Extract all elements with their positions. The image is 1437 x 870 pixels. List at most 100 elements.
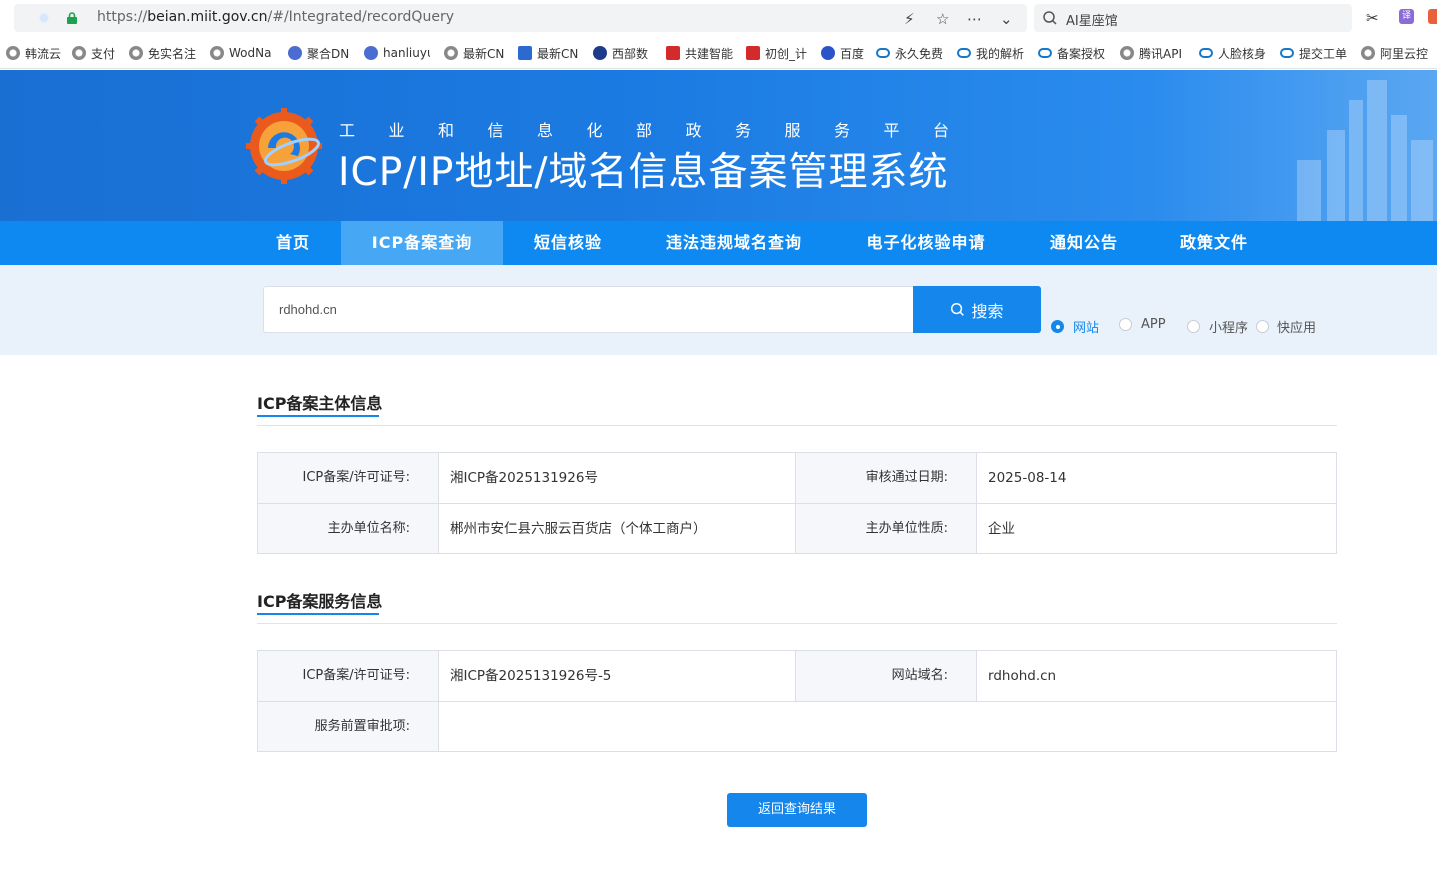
bookmark-item[interactable]: 免实名注 [129, 45, 199, 61]
bookmark-item[interactable]: 百度 [821, 45, 867, 61]
bookmark-item[interactable]: 西部数 [593, 45, 653, 61]
bookmark-label: 百度 [840, 46, 865, 61]
radio-circle [1256, 320, 1269, 333]
service-license-value: 湘ICP备2025131926号-5 [439, 651, 796, 701]
nav-e-verify-apply[interactable]: 电子化核验申请 [842, 221, 1010, 265]
browser-search-box[interactable]: AI星座馆 [1034, 4, 1352, 32]
browser-address-row: https://beian.miit.gov.cn/#/Integrated/r… [0, 0, 1437, 36]
bookmark-item[interactable]: 共建智能 [666, 45, 734, 61]
subject-info-title: ICP备案主体信息 [257, 394, 383, 413]
radio-quick-app[interactable]: 快应用 [1256, 317, 1316, 336]
globe-icon [1361, 46, 1375, 60]
radio-circle [1187, 320, 1200, 333]
bookmark-label: 阿里云控 [1380, 46, 1429, 61]
extension-icon[interactable] [1428, 9, 1437, 24]
globe-icon [129, 46, 143, 60]
bookmark-label: 初创_计 [765, 46, 808, 61]
bookmark-item[interactable]: 最新CN [444, 45, 506, 61]
radio-circle [1119, 318, 1132, 331]
square-blue-icon [518, 46, 532, 60]
search-button-label: 搜索 [971, 301, 1004, 321]
miit-logo-icon [246, 108, 322, 184]
site-info-icon[interactable] [38, 12, 50, 24]
bookmark-item[interactable]: 初创_计 [746, 45, 808, 61]
lightning-icon[interactable]: ⚡ [904, 10, 915, 28]
org-type-value: 企业 [988, 521, 1015, 537]
nav-illegal-domain-query[interactable]: 违法违规域名查询 [642, 221, 826, 265]
main-nav: 首页 ICP备案查询 短信核验 违法违规域名查询 电子化核验申请 通知公告 政策… [0, 221, 1437, 265]
cloud-icon [957, 48, 971, 58]
bookmark-label: hanliuyu [383, 46, 430, 60]
bookmark-item[interactable]: 聚合DN [288, 45, 352, 61]
url-path: /#/Integrated/recordQuery [267, 9, 454, 25]
nav-sms-verify[interactable]: 短信核验 [510, 221, 626, 265]
query-input[interactable]: rdhohd.cn [263, 286, 915, 333]
bookmark-label: WodNa [229, 46, 272, 60]
domain-value: rdhohd.cn [988, 668, 1057, 684]
bookmark-item[interactable]: WodNa [210, 45, 274, 61]
dns-icon [288, 46, 302, 60]
section-underline [257, 613, 379, 615]
bookmark-label: 我的解析 [976, 46, 1025, 61]
search-button[interactable]: 搜索 [913, 286, 1041, 333]
url-host: beian.miit.gov.cn [147, 9, 268, 25]
bookmark-label: 最新CN [537, 46, 579, 61]
platform-subtitle: 工业和信息化部政务服务平台 [339, 121, 983, 140]
bookmark-item[interactable]: 备案授权 [1038, 45, 1106, 61]
bookmark-item[interactable]: hanliuyu [364, 45, 430, 61]
back-to-results-button[interactable]: 返回查询结果 [727, 793, 867, 827]
domain-label: 网站域名: [796, 651, 977, 701]
org-name-value: 郴州市安仁县六服云百货店（个体工商户） [439, 504, 796, 553]
bookmark-item[interactable]: 支付 [72, 45, 120, 61]
nav-home[interactable]: 首页 [246, 221, 340, 265]
globe-icon [444, 46, 458, 60]
pre-approval-label: 服务前置审批项: [258, 702, 439, 751]
service-info-table: ICP备案/许可证号: 湘ICP备2025131926号-5 网站域名: rdh… [257, 650, 1337, 752]
org-name-label: 主办单位名称: [258, 504, 439, 553]
bookmark-item[interactable]: 腾讯API [1120, 45, 1186, 61]
site-banner: 工业和信息化部政务服务平台 ICP/IP地址/域名信息备案管理系统 [0, 70, 1437, 221]
cloud-icon [876, 48, 890, 58]
more-icon[interactable]: ⋯ [967, 10, 982, 28]
bookmark-item[interactable]: 阿里云控 [1361, 45, 1433, 61]
baidu-paw-icon [821, 46, 835, 60]
radio-website[interactable]: 网站 [1051, 317, 1099, 336]
subject-info-table: ICP备案/许可证号: 湘ICP备2025131926号 审核通过日期: 202… [257, 452, 1337, 554]
star-icon[interactable]: ☆ [936, 10, 949, 28]
bookmark-label: 西部数 [612, 46, 649, 61]
radio-mini-program[interactable]: 小程序 [1187, 317, 1248, 336]
url-text[interactable]: https://beian.miit.gov.cn/#/Integrated/r… [97, 9, 454, 25]
radio-app[interactable]: APP [1119, 317, 1166, 332]
bookmark-item[interactable]: 我的解析 [957, 45, 1025, 61]
bookmark-item[interactable]: 提交工单 [1280, 45, 1348, 61]
table-row: ICP备案/许可证号: 湘ICP备2025131926号 审核通过日期: 202… [258, 453, 1336, 503]
bookmark-label: 免实名注 [148, 46, 197, 61]
bookmark-item[interactable]: 永久免费 [876, 45, 944, 61]
radio-label: APP [1141, 317, 1166, 332]
bookmark-item[interactable]: 韩流云 [6, 45, 66, 61]
nav-notices[interactable]: 通知公告 [1026, 221, 1142, 265]
section-divider [257, 623, 1337, 624]
dns-icon [364, 46, 378, 60]
bookmark-item[interactable]: 最新CN [518, 45, 580, 61]
search-icon [951, 302, 965, 316]
lock-icon [67, 12, 77, 24]
bookmark-label: 韩流云 [25, 46, 62, 61]
search-icon [1043, 11, 1057, 25]
nav-policy-files[interactable]: 政策文件 [1156, 221, 1272, 265]
globe-icon [210, 46, 224, 60]
bookmark-label: 腾讯API [1139, 46, 1182, 61]
scissors-icon[interactable]: ✂ [1366, 9, 1379, 27]
nav-icp-query[interactable]: ICP备案查询 [341, 221, 503, 265]
huawei-icon [746, 46, 760, 60]
bookmark-label: 聚合DN [307, 46, 350, 61]
bookmark-item[interactable]: 人脸核身 [1199, 45, 1267, 61]
chevron-down-icon[interactable]: ⌄ [1000, 10, 1013, 28]
pre-approval-value [439, 702, 1336, 751]
cloud-icon [1038, 48, 1052, 58]
address-bar[interactable]: https://beian.miit.gov.cn/#/Integrated/r… [14, 4, 1027, 32]
table-row: ICP备案/许可证号: 湘ICP备2025131926号-5 网站域名: rdh… [258, 651, 1336, 701]
radio-label: 快应用 [1277, 321, 1317, 336]
service-info-title: ICP备案服务信息 [257, 592, 383, 611]
translate-icon[interactable]: 译 [1399, 9, 1414, 24]
